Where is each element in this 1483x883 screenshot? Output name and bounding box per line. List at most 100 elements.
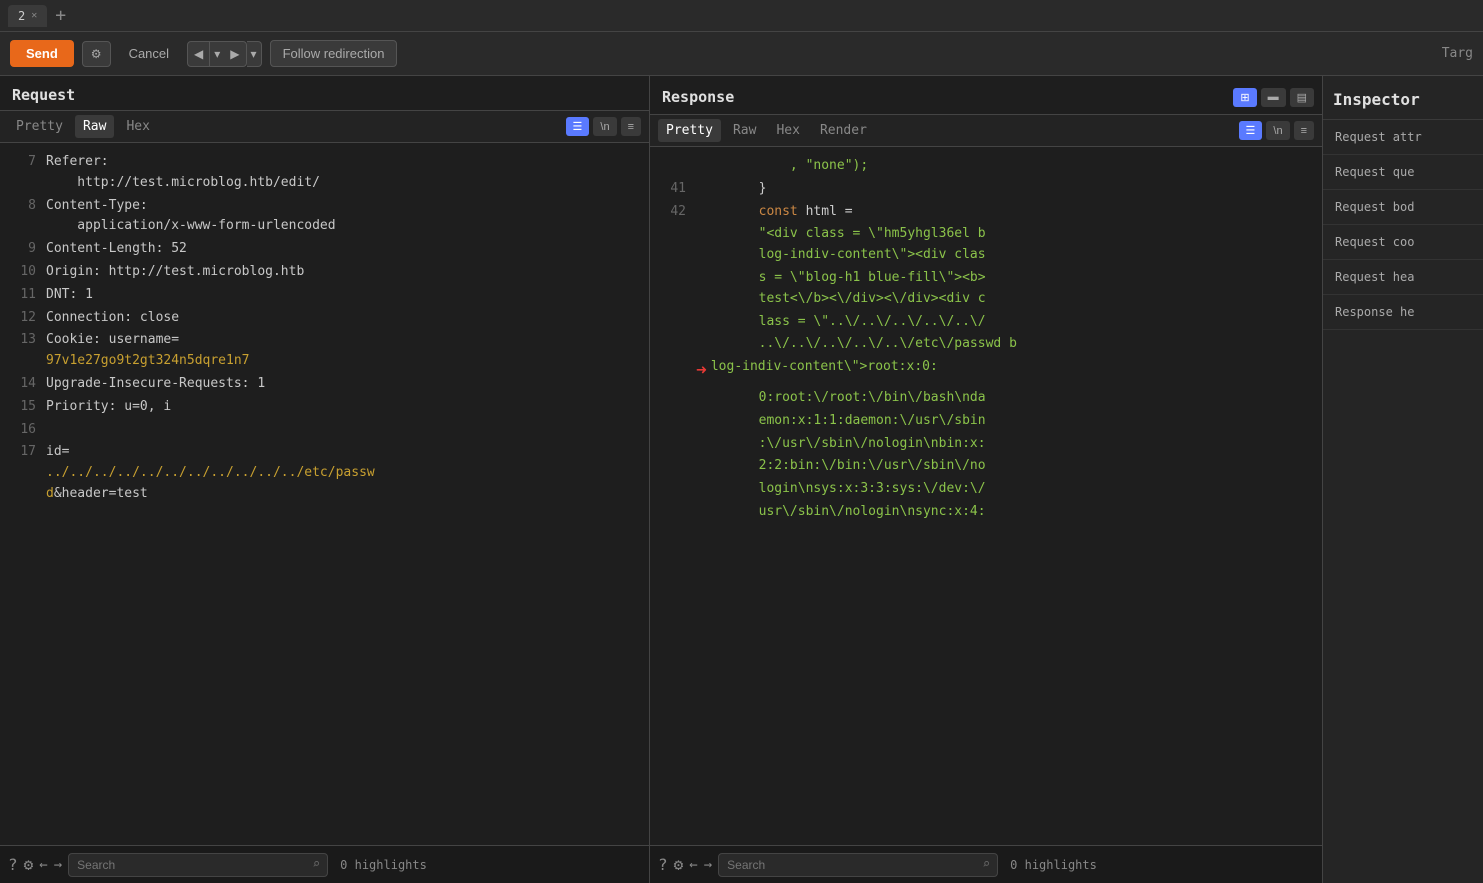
response-newline-icon[interactable]: \n — [1266, 121, 1289, 140]
tab-hex-request[interactable]: Hex — [118, 115, 157, 138]
line-number — [658, 312, 686, 333]
tab-close-icon[interactable]: ✕ — [31, 10, 37, 21]
response-search-icon: ⌕ — [982, 857, 990, 872]
tab-add-button[interactable]: + — [47, 5, 74, 26]
response-header-row: Response ⊞ ▬ ▤ — [650, 76, 1322, 115]
keyword-const: const — [759, 204, 798, 219]
toolbar: Send ⚙ Cancel ◀ ▾ ▶ ▾ Follow redirection… — [0, 32, 1483, 76]
tab-raw-response[interactable]: Raw — [725, 119, 764, 142]
line-number — [658, 456, 686, 477]
follow-redirection-button[interactable]: Follow redirection — [270, 40, 398, 67]
line-text: id=../../../../../../../../../../../etc/… — [46, 442, 641, 504]
line-number: 8 — [8, 196, 36, 238]
request-panel: Request Pretty Raw Hex ☰ \n ≡ 7 Referer:… — [0, 76, 650, 883]
inspector-request-que[interactable]: Request que — [1323, 155, 1483, 190]
response-line-root2: 0:root:\/root:\/bin\/bash\nda — [650, 387, 1322, 410]
line-number — [658, 434, 686, 455]
line-text: Content-Length: 52 — [46, 239, 641, 260]
line-number: 41 — [658, 179, 686, 200]
request-line-9: 9 Content-Length: 52 — [0, 238, 649, 261]
response-list-view-icon[interactable]: ▬ — [1261, 88, 1286, 107]
response-line-42: 42 const html = — [650, 201, 1322, 224]
cancel-button[interactable]: Cancel — [119, 41, 179, 66]
line-number: 42 — [658, 202, 686, 223]
request-line-17: 17 id=../../../../../../../../../../../e… — [0, 441, 649, 505]
request-newline-icon[interactable]: \n — [593, 117, 616, 136]
request-line-16: 16 — [0, 419, 649, 442]
response-line-none: , "none"); — [650, 155, 1322, 178]
line-text: lass = \"..\/..\/..\/..\/..\/ — [696, 312, 1314, 333]
response-grid-view-icon[interactable]: ⊞ — [1233, 88, 1256, 107]
arrow-indicator-icon: ➜ — [696, 357, 707, 386]
line-text: Priority: u=0, i — [46, 397, 641, 418]
tab-2[interactable]: 2 ✕ — [8, 5, 47, 27]
request-line-15: 15 Priority: u=0, i — [0, 396, 649, 419]
response-tab-icons: ☰ \n ≡ — [1239, 121, 1314, 140]
nav-back-button[interactable]: ◀ — [187, 41, 210, 67]
line-number: 7 — [8, 152, 36, 194]
settings-icon-button[interactable]: ⚙ — [82, 41, 111, 67]
send-button[interactable]: Send — [10, 40, 74, 67]
response-settings-icon[interactable]: ⚙ — [674, 855, 684, 874]
tab-raw-request[interactable]: Raw — [75, 115, 114, 138]
response-content: , "none"); 41 } 42 const html = — [650, 147, 1322, 845]
inspector-request-bod[interactable]: Request bod — [1323, 190, 1483, 225]
request-search-input[interactable] — [68, 853, 328, 877]
line-text: log-indiv-content\">root:x:0: — [711, 357, 1314, 386]
nav-forward-button[interactable]: ▶ — [224, 41, 246, 67]
request-list-view-icon[interactable]: ☰ — [566, 117, 590, 136]
line-number — [658, 388, 686, 409]
main-area: Request Pretty Raw Hex ☰ \n ≡ 7 Referer:… — [0, 76, 1483, 883]
response-line-daemon2: :\/usr\/sbin\/nologin\nbin:x: — [650, 433, 1322, 456]
response-forward-icon[interactable]: → — [704, 857, 712, 873]
response-compact-view-icon[interactable]: ▤ — [1290, 88, 1314, 107]
line-text: Upgrade-Insecure-Requests: 1 — [46, 374, 641, 395]
settings-icon[interactable]: ⚙ — [24, 855, 34, 874]
line-number — [658, 411, 686, 432]
line-number — [658, 357, 686, 386]
response-lines: , "none"); 41 } 42 const html = — [650, 151, 1322, 528]
tab-pretty-response[interactable]: Pretty — [658, 119, 721, 142]
line-text: Referer: http://test.microblog.htb/edit/ — [46, 152, 641, 194]
tab-pretty-request[interactable]: Pretty — [8, 115, 71, 138]
response-search-input[interactable] — [718, 853, 998, 877]
line-text: const html = — [696, 202, 1314, 223]
response-bottom-bar: ? ⚙ ← → ⌕ 0 highlights — [650, 845, 1322, 883]
nav-back-dropdown[interactable]: ▾ — [210, 41, 224, 67]
line-text: "<div class = \"hm5yhgl36el b log-indiv-… — [696, 224, 1314, 266]
tab-render-response[interactable]: Render — [812, 119, 875, 142]
request-line-14: 14 Upgrade-Insecure-Requests: 1 — [0, 373, 649, 396]
line-number: 16 — [8, 420, 36, 441]
response-line-lass: lass = \"..\/..\/..\/..\/..\/ — [650, 311, 1322, 334]
inspector-request-coo[interactable]: Request coo — [1323, 225, 1483, 260]
response-help-icon[interactable]: ? — [658, 855, 668, 874]
response-line-sys: usr\/sbin\/nologin\nsync:x:4: — [650, 501, 1322, 524]
request-menu-icon[interactable]: ≡ — [621, 117, 641, 136]
request-search-wrapper: ⌕ — [68, 853, 328, 877]
line-number: 12 — [8, 308, 36, 329]
response-menu-icon[interactable]: ≡ — [1294, 121, 1314, 140]
inspector-response-he[interactable]: Response he — [1323, 295, 1483, 330]
nav-forward-dropdown[interactable]: ▾ — [247, 41, 262, 67]
line-number — [658, 334, 686, 355]
help-icon[interactable]: ? — [8, 855, 18, 874]
line-text: Origin: http://test.microblog.htb — [46, 262, 641, 283]
line-text: DNT: 1 — [46, 285, 641, 306]
response-line-div: "<div class = \"hm5yhgl36el b log-indiv-… — [650, 223, 1322, 267]
line-number: 9 — [8, 239, 36, 260]
back-nav-icon[interactable]: ← — [39, 857, 47, 873]
request-content: 7 Referer: http://test.microblog.htb/edi… — [0, 143, 649, 845]
line-text: } — [696, 179, 1314, 200]
line-text — [46, 420, 641, 441]
line-number: 11 — [8, 285, 36, 306]
line-number: 10 — [8, 262, 36, 283]
response-back-icon[interactable]: ← — [689, 857, 697, 873]
response-tabs: Pretty Raw Hex Render ☰ \n ≡ — [650, 115, 1322, 147]
tab-hex-response[interactable]: Hex — [768, 119, 807, 142]
forward-nav-icon[interactable]: → — [54, 857, 62, 873]
inspector-request-hea[interactable]: Request hea — [1323, 260, 1483, 295]
inspector-request-attr[interactable]: Request attr — [1323, 120, 1483, 155]
response-stream-icon[interactable]: ☰ — [1239, 121, 1263, 140]
line-text: :\/usr\/sbin\/nologin\nbin:x: — [696, 434, 1314, 455]
tab-bar: 2 ✕ + — [0, 0, 1483, 32]
